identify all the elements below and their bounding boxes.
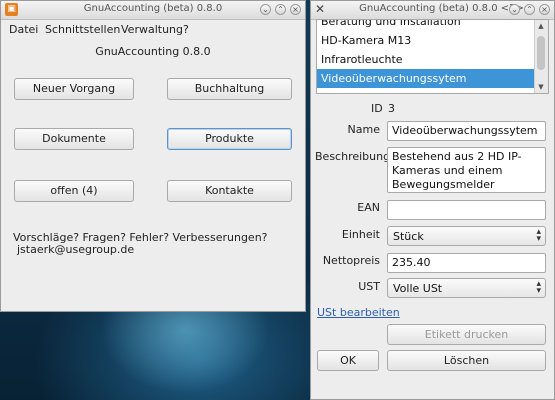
scroll-thumb[interactable] — [537, 36, 545, 70]
net-price-field[interactable]: 235.40 — [387, 253, 546, 273]
product-window-title: GnuAccounting (beta) 0.8.0 <2> — [359, 3, 524, 14]
list-item[interactable]: HD-Kamera M13 — [317, 31, 548, 50]
vat-label: UST — [358, 280, 380, 293]
menu-help[interactable]: ? — [183, 23, 189, 36]
close-icon[interactable]: × — [539, 4, 550, 15]
list-scrollbar[interactable]: ▲ ▼ — [534, 20, 548, 93]
delete-button[interactable]: Löschen — [387, 350, 546, 371]
id-label: ID — [371, 102, 383, 115]
scroll-up-icon[interactable]: ▲ — [536, 22, 546, 30]
scroll-down-icon[interactable]: ▼ — [536, 83, 546, 91]
ean-field[interactable] — [387, 200, 546, 220]
unit-select-value: Stück — [393, 230, 424, 243]
maximize-icon[interactable]: ⌃ — [524, 4, 535, 15]
print-label-button[interactable]: Etikett drucken — [387, 324, 546, 345]
vat-select[interactable]: Volle USt ▴ ▾ — [387, 278, 546, 298]
updown-arrows-icon: ▴ ▾ — [536, 227, 541, 244]
product-titlebar[interactable]: ✕ GnuAccounting (beta) 0.8.0 <2> ⌄ ⌃ × — [311, 1, 554, 20]
net-price-label: Nettopreis — [322, 254, 380, 267]
product-list[interactable]: Beratung und Installation HD-Kamera M13 … — [316, 19, 549, 94]
name-label: Name — [347, 123, 380, 136]
minimize-icon[interactable]: ⌄ — [509, 4, 520, 15]
open-items-button[interactable]: offen (4) — [14, 180, 134, 202]
ok-button[interactable]: OK — [317, 350, 379, 371]
vat-select-value: Volle USt — [393, 282, 443, 295]
id-value: 3 — [388, 102, 395, 115]
tools-icon[interactable]: ✕ — [315, 2, 325, 16]
ean-label: EAN — [357, 201, 380, 214]
minimize-icon[interactable]: ⌄ — [260, 4, 271, 15]
menu-verwaltung[interactable]: Verwaltung — [121, 23, 183, 36]
main-window: ▣ GnuAccounting (beta) 0.8.0 ⌄ ⌃ × Datei… — [0, 0, 306, 312]
bookkeeping-button[interactable]: Buchhaltung — [167, 78, 292, 100]
menu-schnittstellen[interactable]: Schnittstellen — [45, 23, 120, 36]
menu-datei[interactable]: Datei — [9, 23, 38, 36]
app-header: GnuAccounting 0.8.0 — [95, 45, 211, 58]
menubar: Datei Schnittstellen Verwaltung ? — [1, 20, 305, 38]
product-window: ✕ GnuAccounting (beta) 0.8.0 <2> ⌄ ⌃ × B… — [310, 0, 555, 400]
unit-select[interactable]: Stück ▴ ▾ — [387, 226, 546, 246]
description-label: Beschreibung — [315, 150, 391, 163]
list-item[interactable]: Infrarotleuchte — [317, 50, 548, 69]
contact-email[interactable]: jstaerk@usegroup.de — [17, 243, 134, 256]
maximize-icon[interactable]: ⌃ — [275, 4, 286, 15]
close-icon[interactable]: × — [290, 4, 301, 15]
list-item[interactable]: Beratung und Installation — [317, 20, 548, 31]
name-field[interactable]: Videoüberwachungssytem — [387, 121, 546, 141]
list-item-selected[interactable]: Videoüberwachungssytem — [317, 69, 548, 88]
main-titlebar[interactable]: ▣ GnuAccounting (beta) 0.8.0 ⌄ ⌃ × — [1, 1, 305, 20]
contacts-button[interactable]: Kontakte — [167, 180, 292, 202]
updown-arrows-icon: ▴ ▾ — [536, 279, 541, 296]
documents-button[interactable]: Dokumente — [14, 128, 134, 150]
new-transaction-button[interactable]: Neuer Vorgang — [14, 78, 134, 100]
description-textarea[interactable]: Bestehend aus 2 HD IP-Kameras und einem … — [387, 147, 546, 193]
edit-vat-link[interactable]: USt bearbeiten — [317, 306, 400, 319]
products-button[interactable]: Produkte — [167, 128, 292, 150]
unit-label: Einheit — [341, 228, 380, 241]
